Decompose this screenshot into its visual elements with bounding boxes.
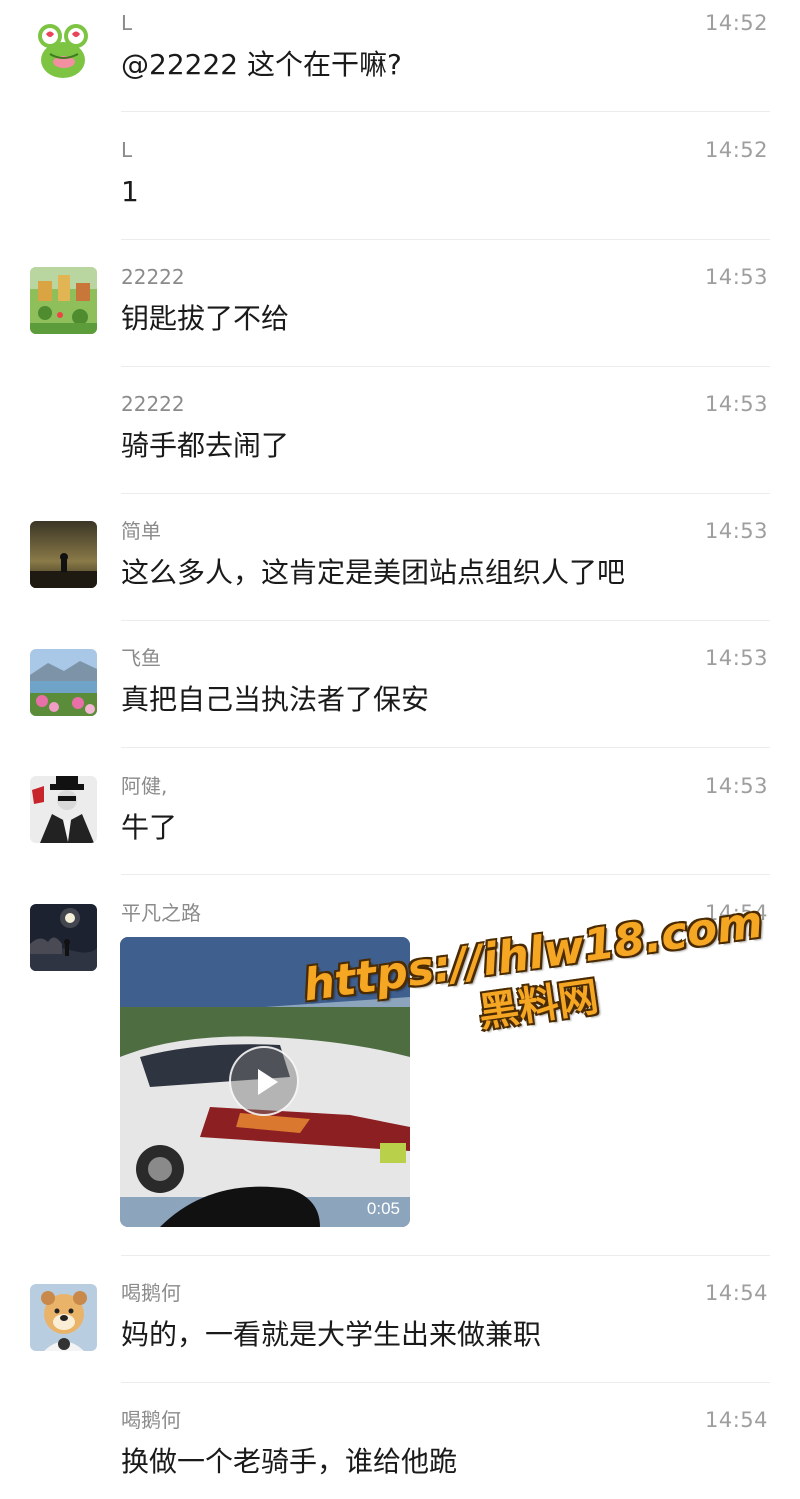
man-in-hat-avatar[interactable] [30,776,97,843]
night-moon-avatar-image [30,904,97,971]
message-time: 14:52 [704,138,768,162]
sender-name: L [121,138,133,162]
video-duration: 0:05 [366,1199,400,1218]
divider [121,874,770,875]
message-time: 14:53 [704,519,768,543]
message-text: 妈的，一看就是大学生出来做兼职 [121,1318,542,1351]
message-text: 这么多人，这肯定是美团站点组织人了吧 [121,556,626,589]
sender-name: 22222 [121,265,185,289]
dog-avatar-image [30,1284,97,1351]
frog-avatar[interactable] [30,16,97,83]
divider [121,620,770,621]
message-text: 1 [121,175,139,208]
chat-message-list[interactable]: L 14:52 @22222 这个在干嘛? L 14:52 1 22222 14… [0,0,800,1499]
message-time: 14:53 [704,646,768,670]
sender-name: 平凡之路 [121,901,201,925]
silhouette-dusk-avatar-image [30,521,97,588]
lake-flowers-avatar[interactable] [30,649,97,716]
silhouette-dusk-avatar[interactable] [30,521,97,588]
message-time: 14:54 [704,901,768,925]
divider [121,493,770,494]
message-time: 14:53 [704,392,768,416]
divider [121,1255,770,1256]
message-time: 14:53 [704,265,768,289]
divider [121,747,770,748]
sender-name: 喝鹅何 [121,1408,181,1432]
sender-name: 飞鱼 [121,646,161,670]
message-text: 换做一个老骑手，谁给他跪 [121,1445,458,1478]
lake-flowers-avatar-image [30,649,97,716]
sender-name: 喝鹅何 [121,1281,181,1305]
message-text: @22222 这个在干嘛? [121,48,402,81]
man-in-hat-avatar-image [30,776,97,843]
sender-name: 阿健, [121,774,168,798]
divider [121,239,770,240]
night-moon-avatar[interactable] [30,904,97,971]
message-time: 14:52 [704,11,768,35]
sender-name: L [121,11,133,35]
message-time: 14:53 [704,774,768,798]
message-text: 钥匙拔了不给 [121,302,290,335]
landscape-painting-avatar[interactable] [30,267,97,334]
message-text: 骑手都去闹了 [121,429,290,462]
sender-name: 22222 [121,392,185,416]
sender-name: 简单 [121,519,161,543]
divider [121,366,770,367]
divider [121,1382,770,1383]
play-icon[interactable] [229,1046,299,1116]
message-text: 牛了 [121,811,178,844]
dog-avatar[interactable] [30,1284,97,1351]
landscape-painting-avatar-image [30,267,97,334]
divider [121,111,770,112]
message-time: 14:54 [704,1408,768,1432]
message-text: 真把自己当执法者了保安 [121,683,430,716]
video-message-thumbnail[interactable]: 0:05 [120,937,410,1227]
message-time: 14:54 [704,1281,768,1305]
frog-avatar-image [30,16,97,83]
